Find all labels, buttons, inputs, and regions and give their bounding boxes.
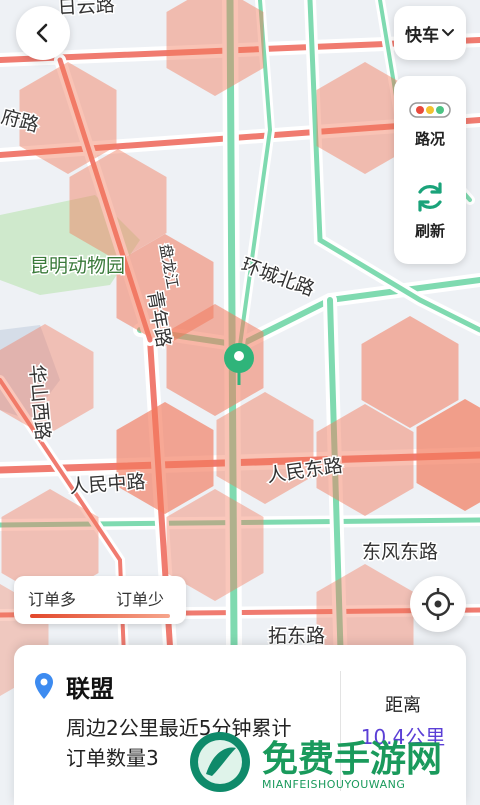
ride-type-selector[interactable]: 快车 bbox=[394, 6, 466, 60]
refresh-button[interactable]: 刷新 bbox=[394, 180, 466, 241]
ride-type-label: 快车 bbox=[405, 21, 439, 46]
watermark-title: 免费手游网 bbox=[262, 730, 442, 782]
watermark-subtitle: MIANFEISHOUYOUWANG bbox=[262, 778, 405, 791]
legend-more-label: 订单多 bbox=[28, 586, 76, 610]
order-density-legend: 订单多 订单少 bbox=[14, 576, 186, 624]
chevron-down-icon bbox=[441, 26, 455, 40]
legend-less-label: 订单少 bbox=[116, 586, 164, 610]
location-pin-icon bbox=[34, 672, 54, 700]
road-label: 拓东路 bbox=[268, 625, 325, 647]
traffic-button[interactable]: 路况 bbox=[394, 102, 466, 149]
road-label: 昆明动物园 bbox=[30, 255, 125, 277]
traffic-light-icon bbox=[409, 102, 451, 118]
back-button[interactable] bbox=[16, 6, 70, 60]
hotspot-name: 联盟 bbox=[66, 669, 114, 704]
road-label: 东风东路 bbox=[362, 541, 438, 563]
refresh-label: 刷新 bbox=[394, 220, 466, 241]
chevron-left-icon bbox=[32, 22, 54, 44]
map-tools-panel: 路况 刷新 bbox=[394, 76, 466, 264]
traffic-label: 路况 bbox=[394, 128, 466, 149]
locate-me-button[interactable] bbox=[410, 576, 466, 632]
watermark: 免费手游网 MIANFEISHOUYOUWANG bbox=[188, 730, 480, 800]
legend-gradient-bar bbox=[30, 614, 170, 618]
crosshair-icon bbox=[421, 587, 455, 621]
watermark-logo-icon bbox=[188, 730, 252, 794]
distance-label: 距离 bbox=[340, 691, 466, 717]
road-label: 日云路 bbox=[57, 0, 115, 19]
refresh-icon bbox=[413, 180, 447, 214]
